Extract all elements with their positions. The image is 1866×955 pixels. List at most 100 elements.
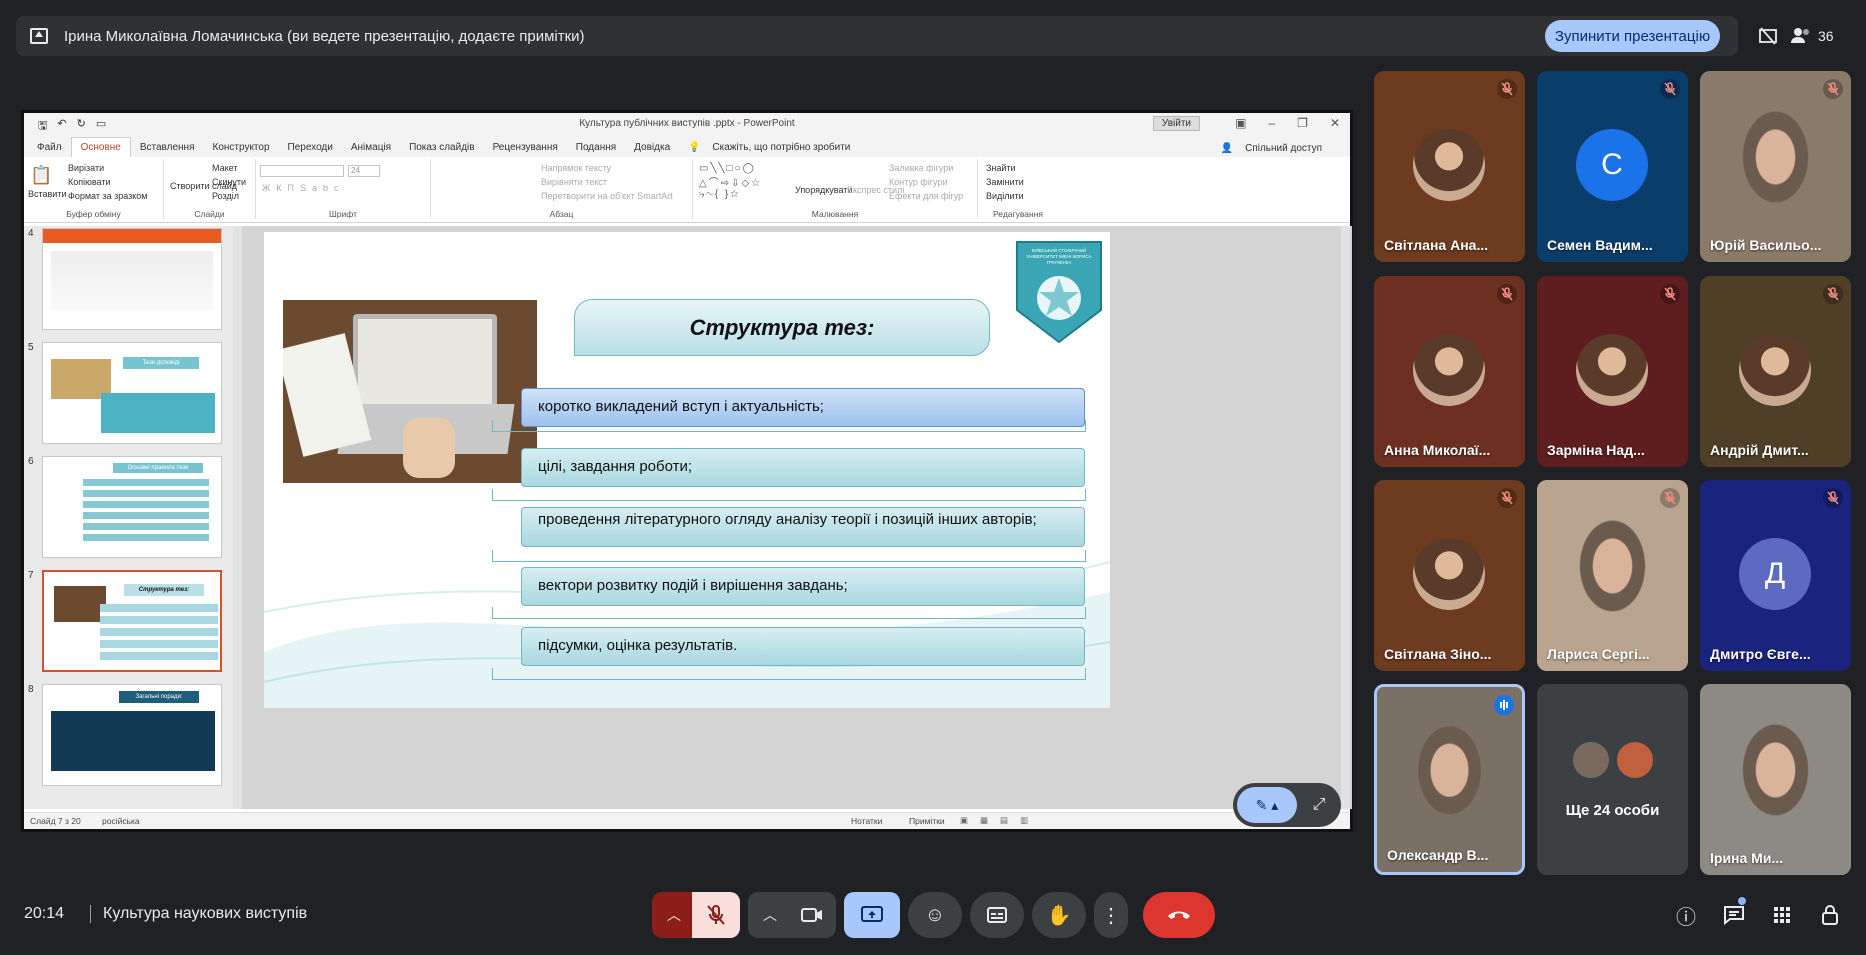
paste-label[interactable]: Вставити [28,189,67,199]
participant-name: Світлана Ана... [1384,237,1489,253]
presenting-banner: Ірина Миколаївна Ломачинська (ви ведете … [16,16,1738,56]
more-people-avatars [1571,740,1655,780]
host-controls-icon[interactable] [1816,901,1844,929]
participant-tile[interactable]: Анна Миколаї... [1374,276,1525,467]
thumbnails-scrollbar[interactable] [233,226,242,809]
raise-hand-button[interactable]: ✋ [1032,892,1086,938]
chat-icon[interactable] [1720,901,1748,929]
meeting-info-icon[interactable]: ⓘ [1672,901,1700,929]
ppt-status-bar: Слайд 7 з 20 російська Нотатки Примітки … [24,812,1350,829]
copy-button[interactable]: Копіювати [68,177,111,187]
clock: 20:14 [24,905,65,922]
slide-thumbnail-7[interactable]: Структура тез: [42,570,222,672]
tab-animations[interactable]: Анімація [342,138,400,157]
font-name-box[interactable] [260,165,344,177]
close-icon[interactable]: ✕ [1330,116,1340,130]
slide-scrollbar[interactable] [1341,226,1350,809]
participant-tile[interactable]: Андрій Дмит... [1700,276,1851,467]
language-indicator[interactable]: російська [102,816,140,826]
captions-button[interactable] [970,892,1024,938]
signin-button[interactable]: Увійти [1152,116,1200,131]
section-button[interactable]: Розділ [212,191,239,201]
font-format-buttons[interactable]: ЖКПSabc [262,183,345,193]
chevron-up-icon: ︿ [667,907,681,923]
comments-button[interactable]: Примітки [909,816,945,826]
camera-options-button[interactable]: ︿ [748,892,792,938]
slides-group: Створити слайд Макет Скинути Розділ Слай… [164,159,256,219]
slide-thumbnail-6[interactable]: Основні правила тези [42,456,222,558]
align-text-button[interactable]: Вирівняти текст [541,177,607,187]
participant-tile[interactable]: Зарміна Над... [1537,276,1688,467]
ribbon-display-icon[interactable]: ▣ [1235,116,1246,130]
notes-button[interactable]: Нотатки [851,816,882,826]
reactions-button[interactable]: ☺ [908,892,962,938]
slide-thumbnail-8[interactable]: Загальні поради: [42,684,222,786]
people-count[interactable]: 36 [1790,20,1834,52]
smartart-button[interactable]: Перетворити на об'єкт SmartArt [541,191,673,201]
reset-button[interactable]: Скинути [212,177,246,187]
text-direction-button[interactable]: Напрямок тексту [541,163,611,173]
tell-me-search[interactable]: 💡 Скажіть, що потрібно зробити [679,138,868,157]
thumb-title: Загальні поради: [119,691,199,703]
editing-label: Редагування [992,209,1043,219]
shapes-gallery[interactable]: ▭╲╲□○◯ △⌒⇨⇩◇☆ ⤷∿{ }☆ [699,163,762,200]
mic-options-button[interactable]: ︿ [652,892,696,938]
cut-button[interactable]: Вирізати [68,163,104,173]
tab-help[interactable]: Довідка [625,138,679,157]
font-size-box[interactable]: 24 [348,165,380,177]
participant-name: Юрій Васильо... [1710,237,1822,253]
drawing-group: ▭╲╲□○◯ △⌒⇨⇩◇☆ ⤷∿{ }☆ Упорядкувати Експрес … [693,159,978,219]
hide-presentation-icon[interactable] [1752,20,1784,52]
select-button[interactable]: Виділити [986,191,1024,201]
present-screen-button[interactable] [844,892,900,938]
tab-design[interactable]: Конструктор [204,138,279,157]
tab-insert[interactable]: Вставлення [131,138,204,157]
participant-tile[interactable]: Олександр В... [1374,684,1525,875]
end-call-icon [1168,911,1190,919]
layout-button[interactable]: Макет [212,163,237,173]
arrange-button[interactable]: Упорядкувати [795,185,852,195]
share-button[interactable]: 👤 Спільний доступ [1212,139,1340,158]
slide-thumbnail-4[interactable] [42,228,222,330]
shape-effects-button[interactable]: Ефекти для фігур [889,191,963,201]
shape-fill-button[interactable]: Заливка фігури [889,163,953,173]
find-button[interactable]: Знайти [986,163,1016,173]
minimize-icon[interactable]: – [1268,116,1275,130]
participant-tile[interactable]: Світлана Ана... [1374,71,1525,262]
stop-presenting-button[interactable]: Зупинити презентацію [1545,20,1720,52]
participant-tile[interactable]: Ірина Ми... [1700,684,1851,875]
maximize-icon[interactable]: ❐ [1297,116,1308,130]
paste-icon[interactable]: 📋 [30,165,52,186]
shape-outline-button[interactable]: Контур фігури [889,177,947,187]
tab-home[interactable]: Основне [70,137,131,157]
paragraph-group: Напрямок тексту Вирівняти текст Перетвор… [431,159,693,219]
participant-avatar [1413,334,1485,406]
participant-tile[interactable]: Світлана Зіно... [1374,480,1525,671]
view-buttons[interactable]: ▣▦▤▥ [960,815,1040,826]
mic-muted-icon [1497,488,1517,508]
pen-icon: ✎ ▴ [1255,796,1279,813]
present-icon [861,906,883,922]
mic-toggle-button[interactable] [692,892,740,938]
activities-icon[interactable] [1768,901,1796,929]
annotate-button[interactable]: ✎ ▴ [1237,787,1297,823]
more-options-button[interactable]: ⋮ [1094,892,1128,938]
participant-tile[interactable]: С Семен Вадим... [1537,71,1688,262]
participant-tile[interactable]: Д Дмитро Євге... [1700,480,1851,671]
tab-file[interactable]: Файл [28,138,71,157]
fullscreen-icon[interactable]: ⤢ [1305,791,1333,819]
tab-review[interactable]: Рецензування [484,138,567,157]
format-painter-button[interactable]: Формат за зразком [68,191,148,201]
tab-transitions[interactable]: Переходи [279,138,342,157]
replace-button[interactable]: Замінити [986,177,1024,187]
participant-avatar [1537,480,1688,671]
participant-tile[interactable]: Ще 24 особи [1537,684,1688,875]
slide-thumbnail-5[interactable]: Тези доповіді [42,342,222,444]
participant-tile[interactable]: Лариса Сергі... [1537,480,1688,671]
tab-view[interactable]: Подання [567,138,625,157]
tab-slideshow[interactable]: Показ слайдів [400,138,484,157]
leave-call-button[interactable] [1143,892,1215,938]
participant-tile[interactable]: Юрій Васильо... [1700,71,1851,262]
camera-toggle-button[interactable] [788,892,836,938]
mic-muted-icon [1660,79,1680,99]
